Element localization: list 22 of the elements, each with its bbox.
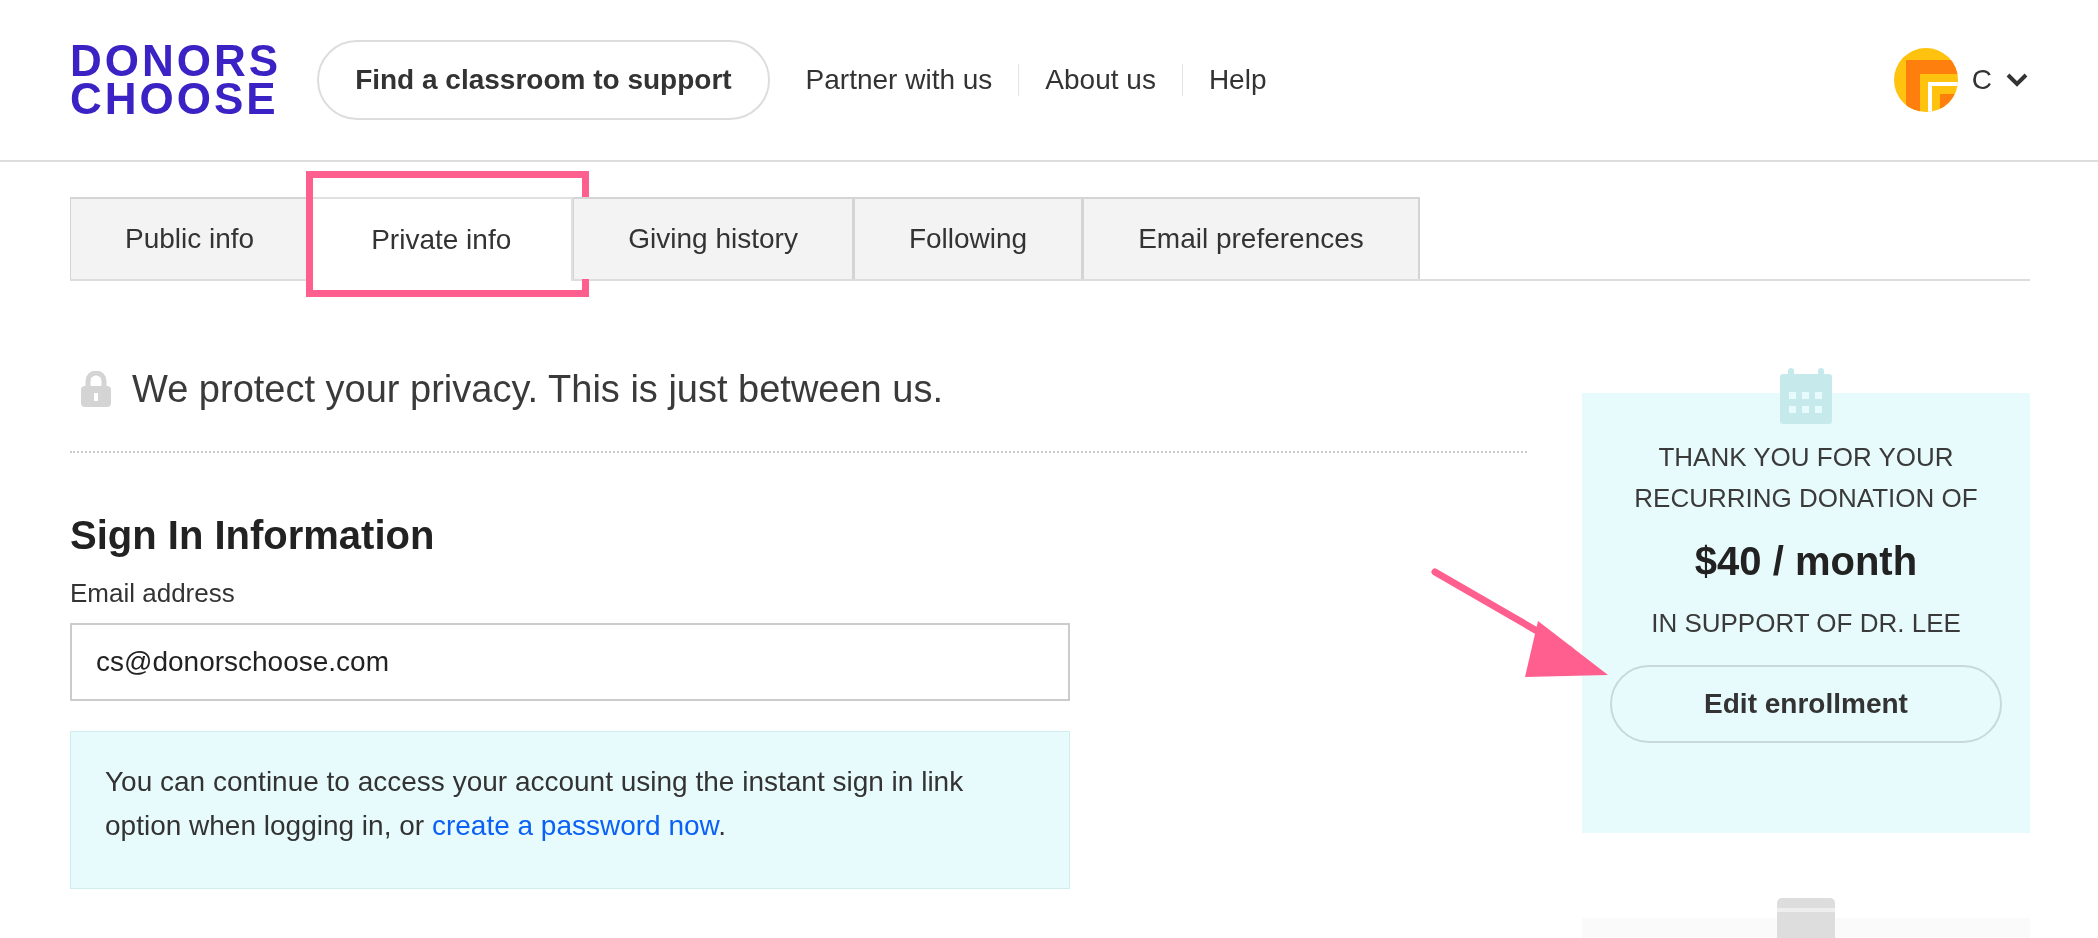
nav-link[interactable]: Partner with us — [779, 64, 1019, 96]
privacy-heading: We protect your privacy. This is just between us. — [132, 367, 943, 411]
field-label: Email address — [70, 578, 236, 609]
tab[interactable]: Following — [853, 197, 1084, 279]
thank-you-text: THANK YOU FOR YOUR RECURRING DONATION OF — [1633, 441, 1979, 515]
create-password-link[interactable]: create a password now — [431, 810, 719, 841]
logo[interactable]: DONORS CHOOSE — [70, 42, 282, 118]
tab[interactable]: Private info — [310, 197, 574, 281]
section-heading: Sign In Information — [70, 513, 436, 558]
account-initial[interactable]: C — [1971, 64, 1992, 96]
notice-text: You can continue to access your account using the instant sign in link option when logging in, or create a password now. — [105, 765, 965, 843]
tab[interactable]: Giving history — [573, 197, 854, 279]
email-field[interactable]: cs@donorschoose.com — [70, 623, 1070, 701]
find-classroom-button[interactable]: Find a classroom to support — [317, 40, 770, 120]
support-text: IN SUPPORT OF DR. LEE — [1651, 608, 1961, 639]
nav-link[interactable]: About us — [1018, 64, 1182, 96]
nav-link[interactable]: Help — [1181, 64, 1293, 96]
tab[interactable]: Email preferences — [1083, 197, 1420, 279]
lock-icon — [80, 371, 112, 407]
chevron-down-icon[interactable] — [2006, 73, 2028, 87]
edit-enrollment-button[interactable]: Edit enrollment — [1610, 665, 2002, 743]
donation-amount: $40 / month — [1694, 539, 1918, 584]
